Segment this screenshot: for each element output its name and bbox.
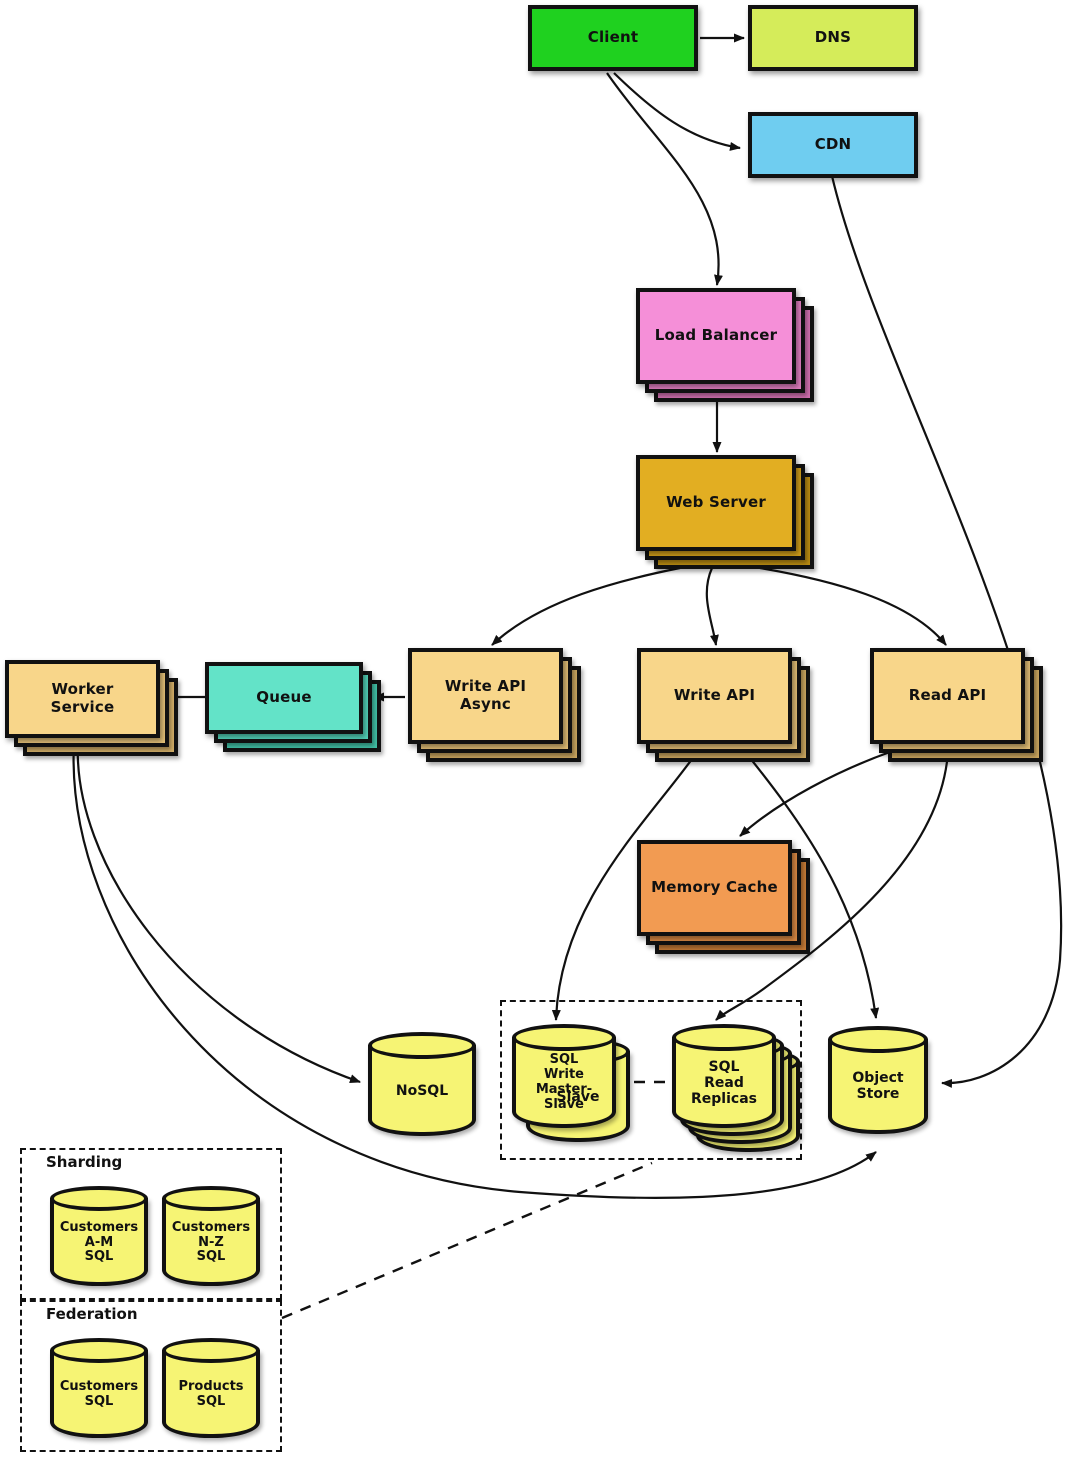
node-web-server-label: Web Server — [666, 493, 766, 512]
node-client-label: Client — [587, 28, 639, 47]
node-object-store[interactable]: Object Store — [828, 1026, 930, 1136]
node-write-api-async-label: Write API Async — [444, 677, 527, 713]
node-write-api-label: Write API — [673, 686, 756, 705]
node-customers-nz[interactable]: Customers N-Z SQL — [162, 1186, 262, 1288]
node-read-api[interactable]: Read API — [870, 648, 1052, 768]
node-write-api[interactable]: Write API — [637, 648, 819, 768]
node-sql-read-label: SQL Read Replicas — [691, 1058, 757, 1108]
node-load-balancer[interactable]: Load Balancer — [636, 288, 814, 408]
edge-shardingfederation-sqlcluster-dashed — [281, 1161, 653, 1320]
node-dns-label: DNS — [814, 28, 852, 47]
node-nosql-label: NoSQL — [395, 1082, 449, 1099]
edge-cdn-objectstore — [830, 175, 1063, 1088]
node-memory-cache-label: Memory Cache — [651, 878, 778, 897]
node-read-api-label: Read API — [908, 686, 987, 705]
node-nosql-shape: NoSQL — [368, 1032, 476, 1136]
node-memory-cache-face: Memory Cache — [637, 840, 792, 936]
node-customers-nz-shape: Customers N-Z SQL — [162, 1186, 260, 1286]
architecture-diagram: Sharding Federation Client DNS CDN Load … — [0, 0, 1080, 1458]
node-load-balancer-label: Load Balancer — [654, 326, 778, 345]
node-customers-am-label: Customers A-M SQL — [59, 1219, 139, 1265]
node-object-store-label: Object Store — [852, 1069, 904, 1102]
node-load-balancer-face: Load Balancer — [636, 288, 796, 384]
node-cdn-face: CDN — [748, 112, 918, 178]
node-write-api-face: Write API — [637, 648, 792, 744]
node-web-server[interactable]: Web Server — [636, 455, 814, 575]
node-sql-write[interactable]: Slave SQL Write Master- Slave — [512, 1024, 636, 1148]
edge-client-cdn — [613, 72, 741, 151]
node-customers-sql[interactable]: Customers SQL — [50, 1338, 150, 1440]
node-worker-service[interactable]: Worker Service — [5, 660, 187, 762]
node-worker-service-label: Worker Service — [50, 680, 115, 716]
edge-webserver-readapi — [759, 566, 947, 646]
group-sharding-label: Sharding — [42, 1153, 127, 1171]
edge-webserver-writeapi — [705, 567, 719, 646]
node-write-api-async[interactable]: Write API Async — [408, 648, 590, 768]
node-nosql[interactable]: NoSQL — [368, 1032, 478, 1138]
node-products-sql-shape: Products SQL — [162, 1338, 260, 1438]
node-dns-face: DNS — [748, 5, 918, 71]
node-sql-read[interactable]: SQL Read Replicas — [672, 1024, 808, 1160]
node-queue-face: Queue — [205, 662, 363, 734]
node-queue-label: Queue — [256, 688, 312, 707]
node-object-store-shape: Object Store — [828, 1026, 928, 1134]
edge-workerservice-nosql — [76, 741, 361, 1084]
node-client[interactable]: Client — [528, 5, 700, 73]
node-products-sql[interactable]: Products SQL — [162, 1338, 262, 1440]
node-memory-cache[interactable]: Memory Cache — [637, 840, 819, 960]
node-customers-am-shape: Customers A-M SQL — [50, 1186, 148, 1286]
node-customers-nz-label: Customers N-Z SQL — [171, 1219, 251, 1265]
node-read-api-face: Read API — [870, 648, 1025, 744]
node-customers-sql-shape: Customers SQL — [50, 1338, 148, 1438]
node-sql-write-label: SQL Write Master- Slave — [535, 1052, 593, 1112]
node-queue[interactable]: Queue — [205, 662, 390, 760]
edge-webserver-writeapiasync — [491, 566, 681, 646]
edge-client-loadbalancer — [606, 72, 723, 286]
node-customers-sql-label: Customers SQL — [59, 1379, 139, 1409]
node-write-api-async-face: Write API Async — [408, 648, 563, 744]
node-web-server-face: Web Server — [636, 455, 796, 551]
node-dns[interactable]: DNS — [748, 5, 918, 73]
node-customers-am[interactable]: Customers A-M SQL — [50, 1186, 150, 1288]
node-cdn[interactable]: CDN — [748, 112, 918, 180]
node-products-sql-label: Products SQL — [178, 1379, 244, 1409]
node-worker-service-face: Worker Service — [5, 660, 160, 738]
node-sql-write-shape: SQL Write Master- Slave — [512, 1024, 616, 1128]
node-client-face: Client — [528, 5, 698, 71]
group-federation-label: Federation — [42, 1305, 142, 1323]
node-cdn-label: CDN — [814, 135, 852, 154]
node-sql-read-shape: SQL Read Replicas — [672, 1024, 776, 1128]
